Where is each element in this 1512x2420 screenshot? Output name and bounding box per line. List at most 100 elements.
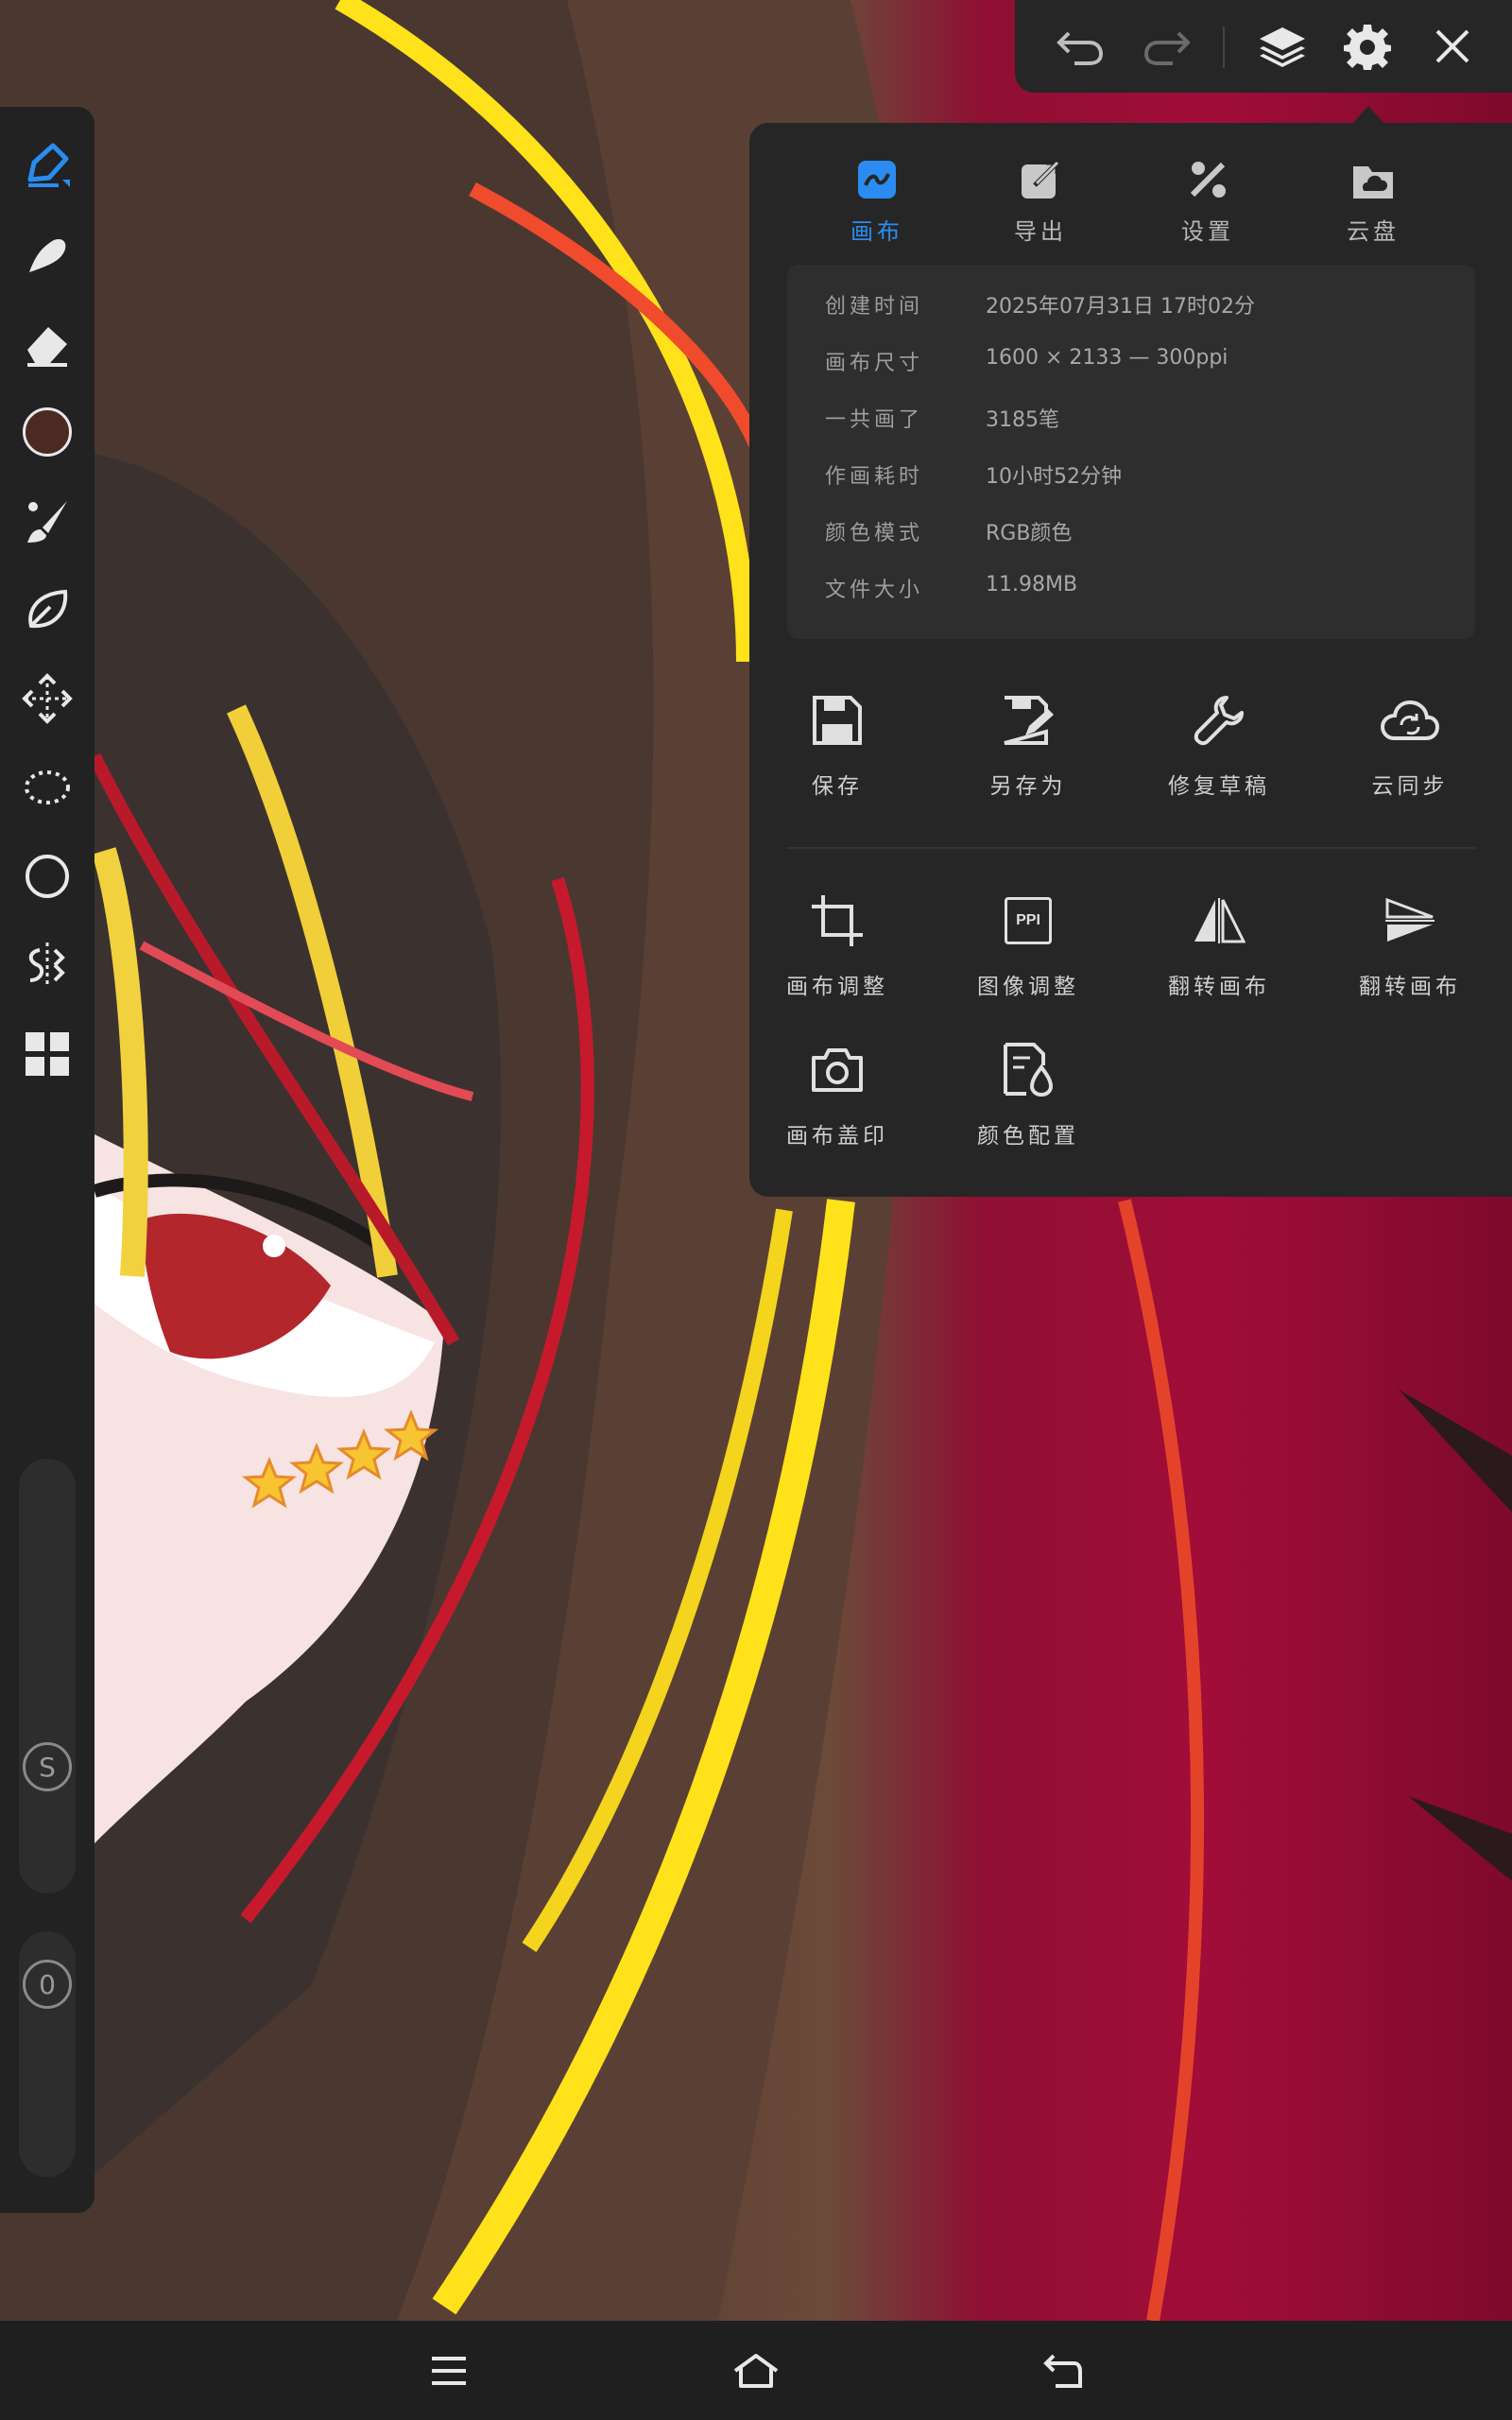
brush-pen-icon[interactable] bbox=[13, 130, 81, 199]
repair-draft-button[interactable]: 修复草稿 bbox=[1125, 673, 1314, 815]
action-label: 画布盖印 bbox=[786, 1124, 888, 1149]
tab-cloud-drive[interactable]: 云盘 bbox=[1302, 147, 1444, 260]
tab-label: 云盘 bbox=[1347, 218, 1400, 245]
info-key: 作画耗时 bbox=[825, 465, 924, 489]
selection-icon[interactable] bbox=[13, 753, 81, 821]
panel-pointer bbox=[1351, 106, 1385, 125]
move-icon[interactable] bbox=[13, 665, 81, 733]
info-row-created: 创建时间 2025年07月31日 17时02分 bbox=[787, 276, 1475, 333]
layers-button[interactable] bbox=[1247, 11, 1317, 81]
action-label: 翻转画布 bbox=[1168, 975, 1270, 999]
toolbar-divider bbox=[1223, 26, 1225, 68]
current-color-swatch[interactable] bbox=[13, 398, 81, 466]
back-button[interactable] bbox=[1030, 2340, 1096, 2402]
shape-icon[interactable] bbox=[13, 842, 81, 910]
info-key: 文件大小 bbox=[825, 579, 924, 602]
panel-divider bbox=[787, 847, 1475, 849]
system-navbar bbox=[0, 2321, 1512, 2420]
canvas-adjust-button[interactable]: 画布调整 bbox=[743, 873, 932, 1015]
info-key: 画布尺寸 bbox=[825, 352, 924, 375]
info-value: RGB颜色 bbox=[986, 522, 1073, 545]
menu-icon bbox=[432, 2357, 466, 2385]
color-profile-button[interactable]: 颜色配置 bbox=[934, 1023, 1123, 1165]
smudge-icon[interactable] bbox=[13, 220, 81, 288]
save-as-icon bbox=[1004, 696, 1054, 745]
brush-size-slider[interactable]: S bbox=[19, 1459, 76, 1893]
save-icon bbox=[813, 696, 862, 745]
action-label: 图像调整 bbox=[977, 975, 1079, 999]
info-key: 创建时间 bbox=[825, 295, 924, 319]
undo-icon bbox=[1057, 31, 1104, 65]
symmetry-icon[interactable] bbox=[13, 931, 81, 999]
action-label: 另存为 bbox=[989, 774, 1067, 799]
tools-icon bbox=[1190, 162, 1226, 198]
layers-icon bbox=[1260, 27, 1305, 67]
info-row-color-mode: 颜色模式 RGB颜色 bbox=[787, 503, 1475, 560]
eraser-icon[interactable] bbox=[13, 309, 81, 377]
menu-button[interactable] bbox=[416, 2340, 482, 2402]
tab-export[interactable]: 导出 bbox=[970, 147, 1111, 260]
gear-icon bbox=[1344, 25, 1391, 70]
flip-vertical-icon bbox=[1385, 897, 1435, 942]
canvas-info-card: 创建时间 2025年07月31日 17时02分 画布尺寸 1600 × 2133… bbox=[787, 265, 1475, 639]
top-toolbar bbox=[1015, 0, 1512, 93]
left-toolbar: S 0 bbox=[0, 107, 94, 2213]
flip-horizontal-icon bbox=[1194, 898, 1246, 943]
canvas-panel: 画布 导出 设置 云盘 创建时间 2025年07月31日 17时02分 画布尺寸… bbox=[749, 123, 1512, 1197]
image-adjust-button[interactable]: PPI 图像调整 bbox=[934, 873, 1123, 1015]
info-row-strokes: 一共画了 3185笔 bbox=[787, 389, 1475, 446]
canvas-icon bbox=[858, 161, 896, 199]
ppi-icon: PPI bbox=[1005, 897, 1052, 944]
redo-button[interactable] bbox=[1132, 11, 1202, 81]
info-value: 3185笔 bbox=[986, 408, 1059, 432]
flip-horizontal-button[interactable]: 翻转画布 bbox=[1125, 873, 1314, 1015]
action-label: 保存 bbox=[812, 774, 863, 799]
info-value: 1600 × 2133 — 300ppi bbox=[986, 346, 1228, 370]
back-icon bbox=[1043, 2354, 1082, 2388]
undo-button[interactable] bbox=[1045, 11, 1115, 81]
action-label: 画布调整 bbox=[786, 975, 888, 999]
action-label: 云同步 bbox=[1371, 774, 1449, 799]
info-value: 2025年07月31日 17时02分 bbox=[986, 295, 1255, 319]
tab-label: 设置 bbox=[1181, 218, 1234, 245]
lasso-fill-icon[interactable] bbox=[13, 576, 81, 644]
tab-label: 画布 bbox=[850, 218, 903, 245]
action-label: 翻转画布 bbox=[1359, 975, 1461, 999]
camera-icon bbox=[812, 1048, 863, 1092]
crop-icon bbox=[812, 895, 863, 946]
cloud-drive-icon bbox=[1353, 166, 1393, 199]
opacity-badge: 0 bbox=[23, 1960, 72, 2009]
canvas-stamp-button[interactable]: 画布盖印 bbox=[743, 1023, 932, 1165]
flip-vertical-button[interactable]: 翻转画布 bbox=[1315, 873, 1504, 1015]
redo-icon bbox=[1143, 31, 1191, 65]
close-icon bbox=[1435, 29, 1469, 63]
tab-settings[interactable]: 设置 bbox=[1137, 147, 1279, 260]
save-button[interactable]: 保存 bbox=[743, 673, 932, 815]
home-icon bbox=[733, 2354, 779, 2388]
color-profile-icon bbox=[1004, 1043, 1054, 1098]
cloud-sync-button[interactable]: 云同步 bbox=[1315, 673, 1504, 815]
info-key: 一共画了 bbox=[825, 408, 924, 432]
info-row-file-size: 文件大小 11.98MB bbox=[787, 560, 1475, 616]
brush-size-badge: S bbox=[23, 1742, 72, 1791]
export-icon bbox=[1022, 160, 1060, 199]
close-button[interactable] bbox=[1418, 11, 1487, 81]
tab-label: 导出 bbox=[1014, 218, 1067, 245]
tab-canvas[interactable]: 画布 bbox=[806, 147, 948, 260]
save-as-button[interactable]: 另存为 bbox=[934, 673, 1123, 815]
home-button[interactable] bbox=[723, 2340, 789, 2402]
action-label: 修复草稿 bbox=[1168, 774, 1270, 799]
info-row-duration: 作画耗时 10小时52分钟 bbox=[787, 446, 1475, 503]
info-row-size: 画布尺寸 1600 × 2133 — 300ppi bbox=[787, 333, 1475, 389]
panel-tabs: 画布 导出 设置 云盘 bbox=[749, 147, 1512, 260]
cloud-sync-icon bbox=[1381, 700, 1439, 740]
info-key: 颜色模式 bbox=[825, 522, 924, 545]
paint-brush-icon[interactable] bbox=[13, 487, 81, 555]
settings-button[interactable] bbox=[1332, 11, 1402, 81]
info-value: 11.98MB bbox=[986, 573, 1078, 596]
wrench-icon bbox=[1194, 696, 1244, 746]
opacity-slider[interactable]: 0 bbox=[19, 1931, 76, 2177]
grid-menu-icon[interactable] bbox=[13, 1020, 81, 1088]
info-value: 10小时52分钟 bbox=[986, 465, 1122, 489]
action-label: 颜色配置 bbox=[977, 1124, 1079, 1149]
